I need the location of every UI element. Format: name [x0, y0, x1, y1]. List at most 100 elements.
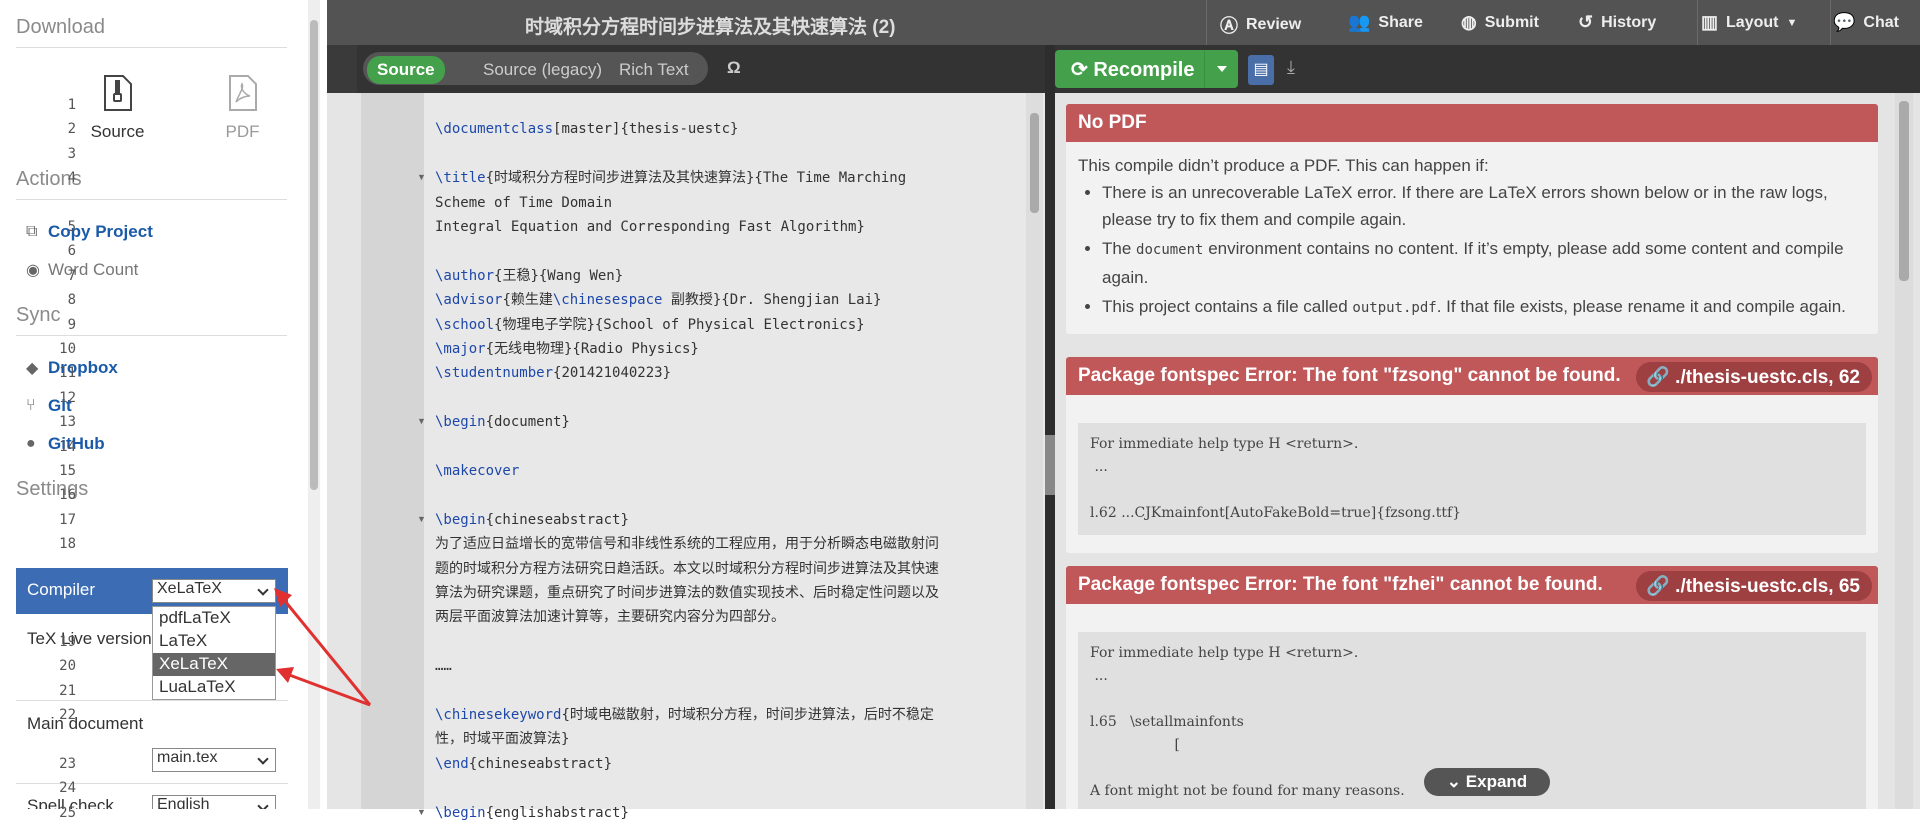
fold-toggle-icon[interactable]: ▼: [417, 807, 426, 817]
share-button[interactable]: 👥 Share: [1348, 12, 1423, 33]
download-pdf-button[interactable]: PDF: [180, 74, 305, 142]
code-line[interactable]: \begin{document}: [435, 410, 1015, 434]
chat-label: Chat: [1863, 13, 1899, 31]
compiler-option[interactable]: LuaLaTeX: [153, 676, 275, 699]
review-button[interactable]: Ⓐ Review: [1220, 12, 1301, 38]
line-number: 2: [67, 121, 76, 138]
compiler-select[interactable]: XeLaTeX: [152, 579, 276, 603]
project-title[interactable]: 时域积分方程时间步进算法及其快速算法 (2): [525, 12, 896, 39]
line-number: 4: [67, 170, 76, 187]
layout-icon: ▥: [1701, 12, 1719, 32]
expand-button[interactable]: ⌄ Expand: [1424, 768, 1550, 796]
expand-label: Expand: [1465, 772, 1528, 791]
code-line[interactable]: \chinesekeyword{时域电磁散射，时域积分方程，时间步进算法，后时不…: [435, 703, 1015, 727]
code-line[interactable]: \makecover: [435, 459, 1015, 483]
line-number: 20: [59, 658, 76, 675]
file-link[interactable]: 🔗 ./thesis-uestc.cls, 65: [1636, 571, 1872, 601]
top-toolbar: 时域积分方程时间步进算法及其快速算法 (2) Ⓐ Review 👥 Share ◍ S…: [327, 0, 1920, 45]
chat-button[interactable]: 💬 Chat: [1833, 12, 1899, 33]
no-pdf-reason: This project contains a file called outp…: [1102, 293, 1866, 322]
code-line[interactable]: \begin{chineseabstract}: [435, 508, 1015, 532]
divider: [16, 700, 288, 701]
line-number: 15: [59, 463, 76, 479]
line-number: 8: [67, 292, 76, 309]
recompile-options-caret[interactable]: [1204, 50, 1238, 88]
compiler-option[interactable]: pdfLaTeX: [153, 607, 275, 630]
line-number: 3: [67, 145, 76, 162]
chat-icon: 💬: [1833, 12, 1856, 32]
code-line[interactable]: 为了适应日益增长的宽带信号和非线性系统的工程应用，用于分析瞬态电磁散射问: [435, 532, 1015, 556]
line-number: 12: [59, 389, 76, 406]
line-number: 21: [59, 682, 76, 699]
code-line[interactable]: Scheme of Time Domain: [435, 191, 1015, 215]
main-document-select[interactable]: main.tex: [152, 748, 276, 772]
fold-toggle-icon[interactable]: ▼: [417, 514, 426, 524]
logs-icon[interactable]: ▤: [1248, 55, 1274, 85]
download-pdf-icon[interactable]: ⤓: [1287, 57, 1295, 78]
code-line[interactable]: 题的时域积分方程方法研究日趋活跃。本文以时域积分方程时间步进算法及其快速: [435, 557, 1015, 581]
divider: [16, 335, 287, 336]
code-line[interactable]: Integral Equation and Corresponding Fast…: [435, 215, 1015, 239]
download-source-label: Source: [90, 122, 145, 141]
fold-toggle-icon[interactable]: ▼: [417, 172, 426, 182]
download-pdf-label: PDF: [225, 122, 260, 141]
zip-file-icon: [103, 75, 132, 111]
history-button[interactable]: ↺ History: [1578, 12, 1656, 33]
submit-button[interactable]: ◍ Submit: [1461, 12, 1539, 33]
review-label: Review: [1246, 16, 1302, 33]
line-number: 16: [59, 487, 76, 504]
line-number: 13: [59, 414, 76, 431]
editor-scrollbar[interactable]: [1026, 93, 1043, 809]
compiler-label: Compiler: [27, 580, 96, 599]
source-legacy-mode-button[interactable]: Source (legacy): [483, 60, 602, 80]
line-number: 9: [67, 316, 76, 333]
compiler-dropdown-list: pdfLaTeX LaTeX XeLaTeX LuaLaTeX: [152, 606, 276, 700]
compiler-option[interactable]: LaTeX: [153, 630, 275, 653]
code-line[interactable]: \major{无线电物理}{Radio Physics}: [435, 337, 1015, 361]
rich-text-mode-button[interactable]: Rich Text: [619, 60, 689, 80]
recompile-button[interactable]: ⟳ Recompile: [1055, 50, 1238, 88]
file-link[interactable]: 🔗 ./thesis-uestc.cls, 62: [1636, 362, 1872, 392]
line-number: 7: [67, 267, 76, 284]
compiler-option-selected[interactable]: XeLaTeX: [153, 653, 275, 676]
code-line[interactable]: \end{chineseabstract}: [435, 752, 1015, 776]
error-title[interactable]: Package fontspec Error: The font "fzsong…: [1066, 357, 1878, 395]
source-mode-button[interactable]: Source: [367, 56, 445, 84]
review-icon: Ⓐ: [1220, 16, 1238, 36]
code-line[interactable]: \title{时域积分方程时间步进算法及其快速算法}{The Time Marc…: [435, 166, 1015, 190]
editor-mode-switch: Source Source (legacy) Rich Text: [363, 52, 708, 85]
pdf-file-icon: [228, 75, 257, 111]
code-line[interactable]: \author{王稳}{Wang Wen}: [435, 264, 1015, 288]
line-number: 19: [59, 633, 76, 650]
code-line[interactable]: \begin{englishabstract}: [435, 801, 1015, 825]
fold-toggle-icon[interactable]: ▼: [417, 416, 426, 426]
line-number: 11: [59, 365, 76, 382]
divider: [16, 47, 287, 48]
line-number: 17: [59, 511, 76, 528]
globe-icon: ◍: [1461, 12, 1477, 32]
line-number: 24: [59, 780, 76, 797]
error-title[interactable]: Package fontspec Error: The font "fzhei"…: [1066, 566, 1878, 604]
users-icon: 👥: [1348, 12, 1371, 32]
code-line[interactable]: 性，时域平面波算法}: [435, 727, 1015, 751]
pdf-scrollbar[interactable]: [1895, 93, 1913, 809]
download-heading: Download: [16, 16, 105, 38]
error-card: Package fontspec Error: The font "fzsong…: [1066, 357, 1878, 553]
code-line[interactable]: \studentnumber{201421040223}: [435, 361, 1015, 385]
code-line[interactable]: \advisor{赖生建\chinesespace 副教授}{Dr. Sheng…: [435, 288, 1015, 312]
line-number: 23: [59, 755, 76, 772]
omega-symbol-button[interactable]: Ω: [727, 58, 741, 78]
pane-splitter[interactable]: [1045, 45, 1055, 809]
error-log: For immediate help type H <return>. ... …: [1078, 423, 1866, 535]
line-number: 1: [67, 97, 76, 113]
layout-button[interactable]: ▥ Layout ▼: [1701, 12, 1797, 33]
history-icon: ↺: [1578, 12, 1594, 32]
code-line[interactable]: \documentclass[master]{thesis-uestc}: [435, 117, 1015, 141]
recompile-label: Recompile: [1093, 59, 1195, 81]
code-line[interactable]: 算法为研究课题，重点研究了时间步进算法的数值实现技术、后时稳定性问题以及: [435, 581, 1015, 605]
code-line[interactable]: \school{物理电子学院}{School of Physical Elect…: [435, 313, 1015, 337]
code-line[interactable]: ……: [435, 654, 1015, 678]
spell-check-select[interactable]: English: [152, 795, 276, 809]
code-line[interactable]: 两层平面波算法加速计算等，主要研究内容分为四部分。: [435, 605, 1015, 629]
line-number: 25: [59, 804, 76, 821]
